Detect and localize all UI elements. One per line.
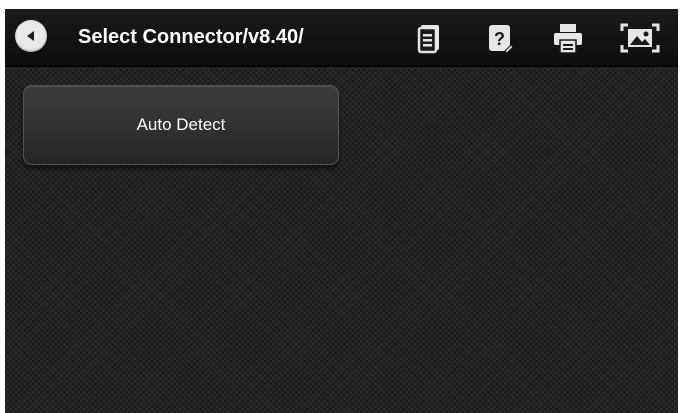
- help-icon: ?: [489, 25, 514, 54]
- screenshot-icon: [620, 23, 660, 53]
- document-list-icon: [417, 25, 439, 54]
- app-screen: Select Connector/v8.40/ ? Auto Detect: [5, 9, 678, 413]
- page-title: Select Connector/v8.40/: [78, 26, 304, 48]
- auto-detect-button[interactable]: Auto Detect: [23, 85, 339, 165]
- print-icon: [554, 24, 582, 54]
- top-bar: Select Connector/v8.40/ ?: [5, 9, 678, 67]
- screenshot-button[interactable]: [620, 21, 660, 55]
- back-button[interactable]: [15, 20, 47, 52]
- svg-text:?: ?: [494, 29, 505, 49]
- document-list-button[interactable]: [413, 21, 447, 55]
- print-button[interactable]: [551, 21, 585, 55]
- help-button[interactable]: ?: [483, 21, 517, 55]
- back-arrow-icon: [27, 31, 34, 41]
